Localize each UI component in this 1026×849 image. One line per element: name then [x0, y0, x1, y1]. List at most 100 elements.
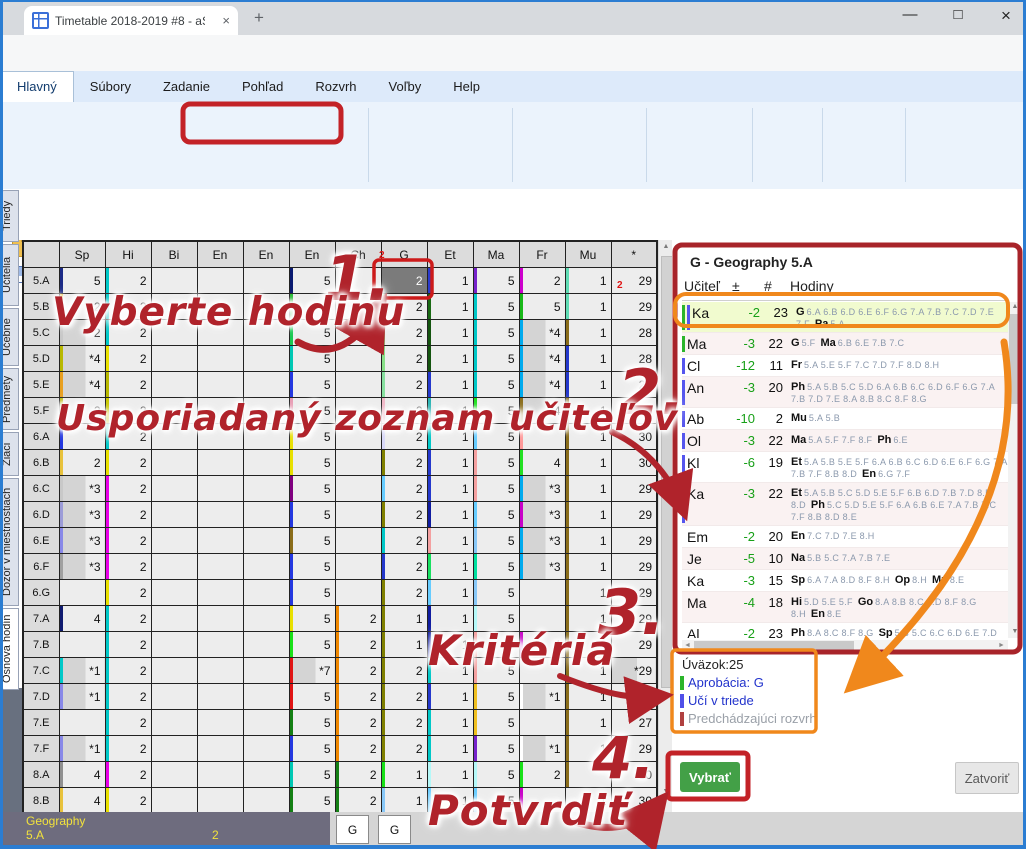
lesson-cell[interactable]: *3: [519, 528, 565, 554]
lesson-cell[interactable]: [151, 320, 197, 346]
lesson-cell[interactable]: [519, 788, 565, 813]
lesson-cell[interactable]: 2: [335, 658, 381, 684]
lesson-cell[interactable]: 5: [289, 528, 335, 554]
lesson-cell[interactable]: 1: [427, 632, 473, 658]
lesson-cell[interactable]: 2: [381, 294, 427, 320]
lesson-cell[interactable]: 5: [289, 632, 335, 658]
lesson-cell[interactable]: 1: [565, 710, 611, 736]
lesson-cell[interactable]: *7: [289, 658, 335, 684]
lesson-cell[interactable]: [151, 736, 197, 762]
lesson-cell[interactable]: 5: [289, 372, 335, 398]
lesson-cell[interactable]: 5: [473, 554, 519, 580]
lesson-cell[interactable]: 29: [611, 632, 657, 658]
lesson-cell[interactable]: 2: [105, 528, 151, 554]
lesson-cell[interactable]: 2: [105, 710, 151, 736]
lesson-cell[interactable]: [197, 502, 243, 528]
lesson-cell[interactable]: 2: [381, 580, 427, 606]
lesson-cell[interactable]: [243, 632, 289, 658]
lesson-cell[interactable]: 2: [105, 320, 151, 346]
lesson-cell[interactable]: 2: [381, 710, 427, 736]
row-header-6.E[interactable]: 6.E: [23, 528, 59, 554]
lesson-cell[interactable]: 2: [105, 606, 151, 632]
lesson-cell[interactable]: 5: [289, 424, 335, 450]
lesson-cell[interactable]: [197, 632, 243, 658]
row-header-8.A[interactable]: 8.A: [23, 762, 59, 788]
lesson-cell[interactable]: 2: [105, 554, 151, 580]
lesson-cell[interactable]: 5: [519, 294, 565, 320]
lesson-cell[interactable]: [335, 268, 381, 294]
lesson-cell[interactable]: 2: [105, 788, 151, 813]
lesson-cell[interactable]: 2: [381, 736, 427, 762]
lesson-cell[interactable]: 2: [381, 320, 427, 346]
row-header-6.C[interactable]: 6.C: [23, 476, 59, 502]
lesson-cell[interactable]: *4: [59, 372, 105, 398]
lesson-cell[interactable]: 2: [519, 762, 565, 788]
lesson-cell[interactable]: 2: [381, 658, 427, 684]
lesson-cell[interactable]: *1: [59, 736, 105, 762]
lesson-cell[interactable]: 30: [611, 424, 657, 450]
lesson-cell[interactable]: [335, 450, 381, 476]
lesson-cell[interactable]: 1: [565, 788, 611, 813]
row-header-7.C[interactable]: 7.C: [23, 658, 59, 684]
lesson-cell[interactable]: 2: [335, 788, 381, 813]
lesson-cell[interactable]: [151, 606, 197, 632]
teacher-row-Kl[interactable]: Kl-619Et5.A 5.B 5.E 5.F 6.A 6.B 6.C 6.D …: [682, 452, 1008, 483]
lesson-cell[interactable]: 5: [289, 788, 335, 813]
row-header-5.D[interactable]: 5.D: [23, 346, 59, 372]
lesson-cell[interactable]: [151, 268, 197, 294]
lesson-cell[interactable]: 2: [381, 346, 427, 372]
lesson-cell[interactable]: 5: [473, 268, 519, 294]
lesson-cell[interactable]: [243, 346, 289, 372]
lesson-cell[interactable]: 5: [473, 476, 519, 502]
lesson-cell[interactable]: [519, 424, 565, 450]
lesson-cell[interactable]: [243, 268, 289, 294]
row-header-6.A[interactable]: 6.A: [23, 424, 59, 450]
lesson-cell[interactable]: 29: [611, 268, 657, 294]
lesson-cell[interactable]: *4: [519, 398, 565, 424]
lesson-cell[interactable]: 1: [565, 268, 611, 294]
lesson-cell[interactable]: 1: [427, 684, 473, 710]
lesson-cell[interactable]: 5: [59, 268, 105, 294]
row-header-5.F[interactable]: 5.F: [23, 398, 59, 424]
lesson-cell[interactable]: 1: [565, 736, 611, 762]
lesson-cell[interactable]: [197, 398, 243, 424]
lesson-cell[interactable]: 1: [381, 606, 427, 632]
lesson-cell[interactable]: 1: [427, 762, 473, 788]
lesson-cell[interactable]: 1: [427, 502, 473, 528]
row-header-7.E[interactable]: 7.E: [23, 710, 59, 736]
teacher-row-Ma[interactable]: Ma-322G5.FMa6.B 6.E 7.B 7.C: [682, 333, 1008, 355]
lesson-cell[interactable]: [197, 268, 243, 294]
lesson-cell[interactable]: 5: [473, 372, 519, 398]
lesson-cell[interactable]: [335, 372, 381, 398]
lesson-cell[interactable]: [197, 320, 243, 346]
select-button[interactable]: Vybrať: [680, 762, 740, 792]
lesson-cell[interactable]: 1: [381, 762, 427, 788]
lesson-cell[interactable]: 2: [381, 372, 427, 398]
lesson-cell[interactable]: 1: [427, 606, 473, 632]
lesson-cell[interactable]: [335, 424, 381, 450]
lesson-cell[interactable]: [243, 580, 289, 606]
lesson-cell[interactable]: [151, 788, 197, 813]
teacher-list-vscrollbar[interactable]: ▲ ▼: [1008, 302, 1021, 638]
row-header-5.E[interactable]: 5.E: [23, 372, 59, 398]
lesson-cell[interactable]: [243, 658, 289, 684]
lesson-cell[interactable]: [151, 710, 197, 736]
lesson-cell[interactable]: 2: [105, 476, 151, 502]
lesson-cell[interactable]: [243, 788, 289, 813]
lesson-cell[interactable]: [243, 294, 289, 320]
lesson-cell[interactable]: [243, 450, 289, 476]
row-header-7.D[interactable]: 7.D: [23, 684, 59, 710]
lesson-cell[interactable]: 1: [565, 372, 611, 398]
lesson-cell[interactable]: 2: [335, 684, 381, 710]
lesson-cell[interactable]: [335, 502, 381, 528]
scroll-down-icon[interactable]: ▼: [659, 788, 673, 795]
lesson-cell[interactable]: [59, 632, 105, 658]
teacher-row-Ol[interactable]: Ol-322Ma5.A 5.F 7.F 8.FPh6.E: [682, 430, 1008, 452]
lesson-cell[interactable]: 5: [473, 502, 519, 528]
tab-close-icon[interactable]: ×: [222, 13, 230, 28]
menu-item-help[interactable]: Help: [437, 72, 496, 102]
lesson-cell[interactable]: *3: [59, 476, 105, 502]
lesson-cell[interactable]: 29: [611, 528, 657, 554]
browser-tab[interactable]: Timetable 2018-2019 #8 - aSc Tin ×: [24, 6, 238, 35]
teacher-row-Cl[interactable]: Cl-1211Fr5.A 5.E 5.F 7.C 7.D 7.F 8.D 8.H: [682, 355, 1008, 377]
